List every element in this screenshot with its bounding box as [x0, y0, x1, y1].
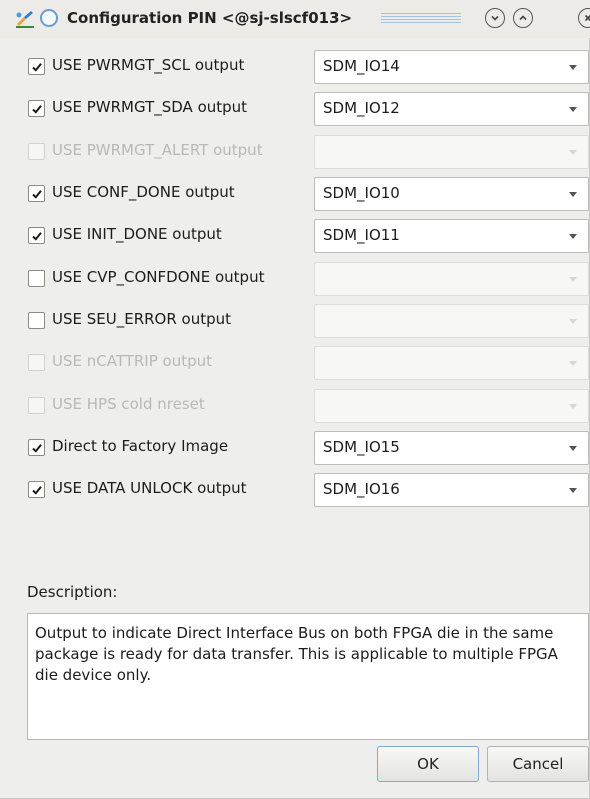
pin-option-row: USE CONF_DONE output SDM_IO10: [0, 177, 590, 211]
dropdown-arrow-icon: [569, 488, 577, 493]
pin-select-value: SDM_IO12: [323, 99, 400, 117]
pin-select[interactable]: SDM_IO16: [314, 473, 589, 507]
dropdown-arrow-icon: [569, 277, 577, 282]
title-bar-grip: [381, 13, 461, 25]
option-checkbox[interactable]: [28, 270, 45, 287]
pin-option-row: USE nCATTRIP output: [0, 346, 590, 380]
pin-select[interactable]: SDM_IO15: [314, 431, 589, 465]
pin-select: [314, 262, 589, 296]
ok-button[interactable]: OK: [377, 746, 479, 782]
pin-select[interactable]: SDM_IO14: [314, 50, 589, 84]
option-label: USE PWRMGT_SDA output: [52, 98, 248, 116]
pin-option-row: USE DATA UNLOCK output SDM_IO16: [0, 473, 590, 507]
pin-option-row: USE PWRMGT_SDA output SDM_IO12: [0, 92, 590, 126]
pin-select: [314, 389, 589, 423]
pin-option-row: USE HPS cold nreset: [0, 389, 590, 423]
pin-select[interactable]: SDM_IO10: [314, 177, 589, 211]
option-checkbox[interactable]: [28, 227, 45, 244]
option-checkbox[interactable]: [28, 58, 45, 75]
chevron-down-icon[interactable]: [485, 8, 505, 28]
dropdown-arrow-icon: [569, 446, 577, 451]
dropdown-arrow-icon: [569, 150, 577, 155]
option-label: Direct to Factory Image: [52, 437, 229, 455]
quartus-app-icon: [14, 8, 36, 30]
cancel-button[interactable]: Cancel: [487, 746, 589, 782]
dropdown-arrow-icon: [569, 65, 577, 70]
pin-option-row: USE CVP_CONFDONE output: [0, 262, 590, 296]
pin-select-value: SDM_IO11: [323, 226, 400, 244]
option-label: USE DATA UNLOCK output: [52, 479, 247, 497]
dropdown-arrow-icon: [569, 319, 577, 324]
option-checkbox: [28, 354, 45, 371]
pin-option-row: USE PWRMGT_ALERT output: [0, 135, 590, 169]
option-checkbox: [28, 143, 45, 160]
pin-select-value: SDM_IO14: [323, 57, 400, 75]
pin-option-row: USE PWRMGT_SCL output SDM_IO14: [0, 50, 590, 84]
chevron-up-icon[interactable]: [513, 8, 533, 28]
pin-option-row: USE INIT_DONE output SDM_IO11: [0, 219, 590, 253]
dropdown-arrow-icon: [569, 404, 577, 409]
description-text: Output to indicate Direct Interface Bus …: [27, 613, 589, 740]
close-icon[interactable]: [578, 8, 590, 28]
pin-select: [314, 304, 589, 338]
radio-icon: [40, 9, 58, 27]
option-checkbox[interactable]: [28, 100, 45, 117]
option-label: USE SEU_ERROR output: [52, 310, 232, 328]
option-label: USE INIT_DONE output: [52, 225, 222, 243]
pin-select-value: SDM_IO10: [323, 184, 400, 202]
option-checkbox[interactable]: [28, 439, 45, 456]
pin-select: [314, 135, 589, 169]
option-checkbox[interactable]: [28, 481, 45, 498]
pin-select-value: SDM_IO16: [323, 480, 400, 498]
dropdown-arrow-icon: [569, 234, 577, 239]
pin-select[interactable]: SDM_IO11: [314, 219, 589, 253]
title-bar[interactable]: Configuration PIN <@sj-slscf013>: [0, 0, 590, 38]
pin-select-value: SDM_IO15: [323, 438, 400, 456]
dropdown-arrow-icon: [569, 361, 577, 366]
window-title: Configuration PIN <@sj-slscf013>: [67, 9, 353, 27]
option-label: USE CVP_CONFDONE output: [52, 268, 265, 286]
dropdown-arrow-icon: [569, 107, 577, 112]
option-label: USE HPS cold nreset: [52, 395, 205, 413]
option-checkbox[interactable]: [28, 312, 45, 329]
dialog-window: Configuration PIN <@sj-slscf013> USE PWR…: [0, 0, 590, 799]
pin-option-row: Direct to Factory Image SDM_IO15: [0, 431, 590, 465]
dropdown-arrow-icon: [569, 192, 577, 197]
option-label: USE PWRMGT_ALERT output: [52, 141, 263, 159]
option-checkbox: [28, 397, 45, 414]
option-label: USE nCATTRIP output: [52, 352, 213, 370]
pin-select[interactable]: SDM_IO12: [314, 92, 589, 126]
pin-select: [314, 346, 589, 380]
pin-option-row: USE SEU_ERROR output: [0, 304, 590, 338]
option-label: USE PWRMGT_SCL output: [52, 56, 245, 74]
option-checkbox[interactable]: [28, 185, 45, 202]
description-label: Description:: [27, 583, 118, 601]
option-label: USE CONF_DONE output: [52, 183, 235, 201]
